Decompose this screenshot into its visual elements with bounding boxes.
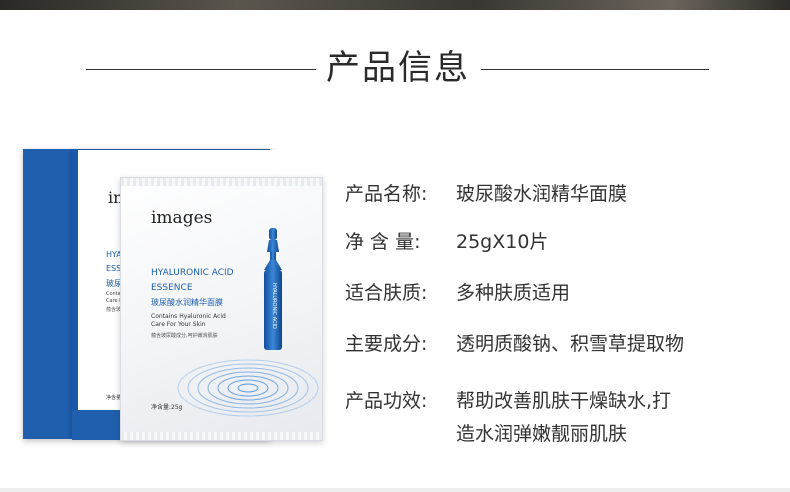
sachet-text-line: ESSENCE xyxy=(151,283,193,293)
ampoule-label: HYALURONIC ACID xyxy=(271,283,277,329)
spec-value: 帮助改善肌肤干燥缺水,打 xyxy=(456,390,672,412)
sachet-brand-logo: images xyxy=(151,208,213,228)
spec-row: 产品功效: 帮助改善肌肤干燥缺水,打 xyxy=(345,386,671,416)
spec-value: 玻尿酸水润精华面膜 xyxy=(456,183,628,205)
sachet-text-line: HYALURONIC ACID xyxy=(151,268,234,278)
spec-value: 多种肤质适用 xyxy=(456,282,571,304)
mask-sachet: images HYALURONIC ACID ESSENCE 玻尿酸水润精华面膜… xyxy=(120,177,323,441)
section-title: 产品信息 xyxy=(326,48,470,88)
top-banner-strip xyxy=(0,0,790,10)
spec-label: 适合肤质: xyxy=(345,282,428,304)
spec-value: 25gX10片 xyxy=(456,231,549,253)
sachet-text-line: Contains Hyaluronic Acid xyxy=(151,313,226,320)
spec-row: 净 含 量: 25gX10片 xyxy=(345,227,548,257)
spec-label: 主要成分: xyxy=(345,333,428,355)
spec-row: 主要成分: 透明质酸钠、积雪草提取物 xyxy=(345,329,684,359)
spec-row: 产品名称: 玻尿酸水润精华面膜 xyxy=(345,179,627,209)
spec-label: 产品名称: xyxy=(345,183,428,205)
title-divider-right xyxy=(481,69,709,70)
spec-label: 净 含 量: xyxy=(345,231,421,253)
ampoule-graphic: HYALURONIC ACID xyxy=(264,228,282,350)
spec-row: 适合肤质: 多种肤质适用 xyxy=(345,278,570,308)
title-divider-left xyxy=(86,69,316,70)
bottom-divider xyxy=(0,488,790,492)
sachet-seal-top xyxy=(121,178,322,186)
spec-label: 产品功效: xyxy=(345,390,428,412)
spec-value-continuation: 造水润弹嫩靓丽肌肤 xyxy=(456,423,628,445)
sachet-text-line: Care For Your Skin xyxy=(151,321,206,328)
water-ripple-graphic xyxy=(177,359,319,417)
sachet-seal-bottom xyxy=(121,432,322,440)
spec-value: 透明质酸钠、积雪草提取物 xyxy=(456,333,685,355)
sachet-text-line: 玻尿酸水润精华面膜 xyxy=(151,298,223,307)
section-header: 产品信息 xyxy=(0,48,790,88)
